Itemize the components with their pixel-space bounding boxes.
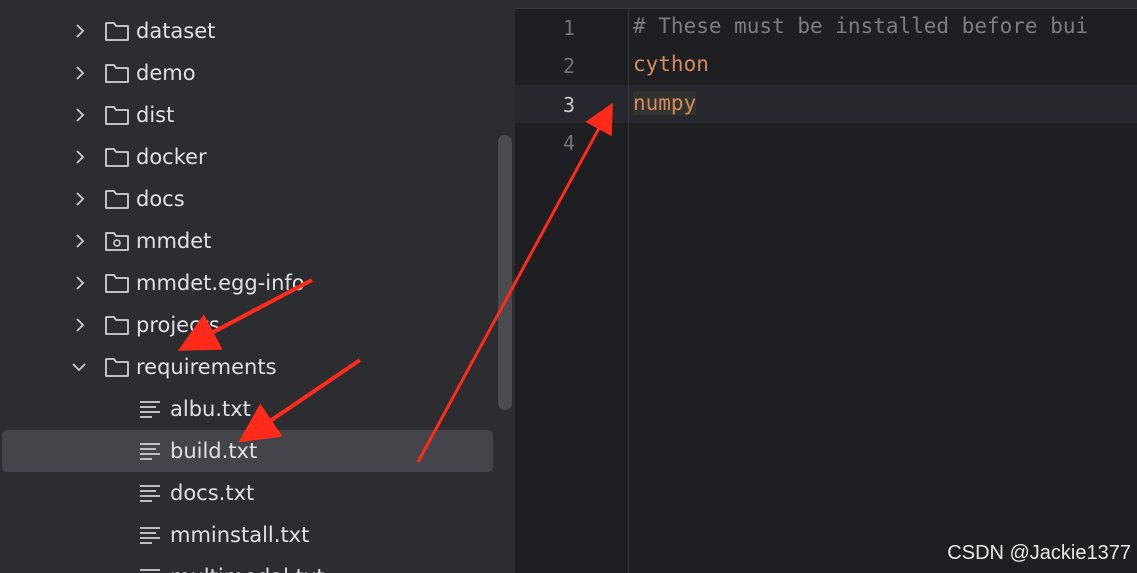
- tree-item-mmdet-egg-info[interactable]: mmdet.egg-info: [0, 262, 495, 304]
- chevron-right-icon[interactable]: [73, 318, 87, 332]
- tree-item-label: albu.txt: [170, 397, 251, 421]
- tree-item-docs[interactable]: docs: [0, 178, 495, 220]
- folder-icon: [104, 20, 130, 42]
- tree-item-dist[interactable]: dist: [0, 94, 495, 136]
- text-file-icon: [139, 398, 161, 420]
- gutter-divider: [628, 8, 629, 573]
- tree-item-label: docs.txt: [170, 481, 255, 505]
- tree-item-label: projects: [136, 313, 220, 337]
- tree-item-label: build.txt: [170, 439, 258, 463]
- folder-icon: [104, 314, 130, 336]
- tree-item-projects[interactable]: projects: [0, 304, 495, 346]
- line-number: 1: [562, 16, 575, 40]
- folder-icon: [104, 62, 130, 84]
- tree-item-label: demo: [136, 61, 196, 85]
- folder-open-icon: [104, 356, 130, 378]
- tree-item-label: docs: [136, 187, 185, 211]
- chevron-right-icon[interactable]: [73, 24, 87, 38]
- code-editor[interactable]: 1 2 3 4 # These must be installed before…: [515, 0, 1137, 573]
- tree-item-demo[interactable]: demo: [0, 52, 495, 94]
- chevron-right-icon[interactable]: [73, 234, 87, 248]
- tree-item-label: mmdet: [136, 229, 212, 253]
- chevron-down-icon[interactable]: [72, 360, 86, 374]
- folder-icon: [104, 104, 130, 126]
- project-tree-panel: dataset demo dist docker docs mmdet mmde…: [0, 0, 515, 573]
- watermark: CSDN @Jackie1377: [947, 542, 1131, 564]
- code-line[interactable]: # These must be installed before bui: [633, 14, 1088, 38]
- package-folder-icon: [104, 230, 130, 252]
- tree-item-docs-txt[interactable]: docs.txt: [0, 472, 495, 514]
- tree-item-albu-txt[interactable]: albu.txt: [0, 388, 495, 430]
- folder-icon: [104, 146, 130, 168]
- tree-item-label: dataset: [136, 19, 216, 43]
- current-line-highlight: [515, 85, 1137, 123]
- tree-item-multimodal-txt[interactable]: multimodal.txt: [0, 556, 495, 573]
- line-number: 4: [562, 131, 575, 155]
- chevron-right-icon[interactable]: [73, 276, 87, 290]
- text-file-icon: [139, 524, 161, 546]
- tree-item-label: requirements: [136, 355, 277, 379]
- chevron-right-icon[interactable]: [73, 150, 87, 164]
- line-number: 3: [562, 93, 575, 117]
- tree-item-label: dist: [136, 103, 175, 127]
- chevron-right-icon[interactable]: [73, 108, 87, 122]
- chevron-right-icon[interactable]: [73, 66, 87, 80]
- tree-item-build-txt[interactable]: build.txt: [2, 430, 493, 472]
- folder-icon: [104, 188, 130, 210]
- tree-item-label: docker: [136, 145, 207, 169]
- tree-item-docker[interactable]: docker: [0, 136, 495, 178]
- tree-item-label: mminstall.txt: [170, 523, 310, 547]
- text-file-icon: [139, 566, 161, 573]
- folder-icon: [104, 272, 130, 294]
- tree-item-label: multimodal.txt: [170, 565, 325, 573]
- line-number: 2: [562, 54, 575, 78]
- tree-item-mmdet[interactable]: mmdet: [0, 220, 495, 262]
- code-line[interactable]: numpy: [633, 91, 697, 115]
- tree-scrollbar[interactable]: [498, 135, 512, 410]
- tree-item-dataset[interactable]: dataset: [0, 10, 495, 52]
- code-line[interactable]: cython: [633, 52, 709, 76]
- tree-item-label: mmdet.egg-info: [136, 271, 305, 295]
- text-file-icon: [139, 482, 161, 504]
- tree-item-mminstall-txt[interactable]: mminstall.txt: [0, 514, 495, 556]
- editor-tab-strip: [515, 0, 1137, 9]
- tree-item-requirements[interactable]: requirements: [0, 346, 495, 388]
- text-file-icon: [139, 440, 161, 462]
- chevron-right-icon[interactable]: [73, 192, 87, 206]
